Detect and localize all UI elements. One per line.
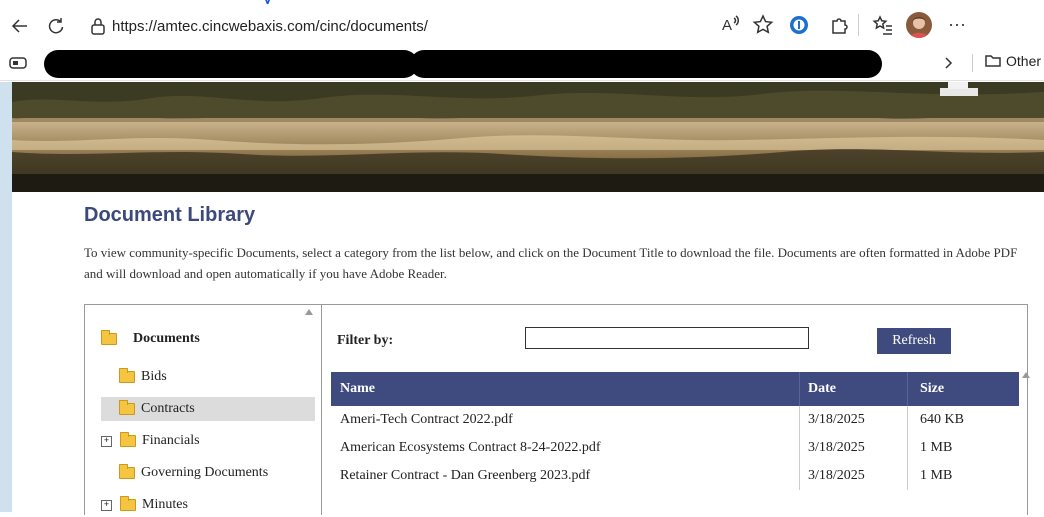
favorite-icon — [752, 14, 774, 34]
other-favorites-folder[interactable]: Other — [984, 53, 1041, 69]
other-favorites-label: Other — [1006, 53, 1042, 69]
table-scroll-up-arrow[interactable] — [1022, 372, 1030, 378]
extensions-icon — [832, 18, 848, 34]
table-row[interactable]: Ameri-Tech Contract 2022.pdf 3/18/2025 6… — [331, 406, 1019, 434]
intro-text: To view community-specific Documents, se… — [84, 245, 1018, 281]
more-button[interactable]: ··· — [948, 14, 966, 38]
page-title: Document Library — [84, 204, 256, 226]
tree-item-label: Bids — [141, 369, 167, 384]
tree-item-governing-documents[interactable]: Governing Documents — [119, 461, 268, 485]
back-button[interactable] — [8, 14, 32, 38]
document-date: 3/18/2025 — [799, 406, 907, 434]
read-aloud-icon: A — [722, 15, 739, 34]
profile-avatar[interactable] — [906, 12, 932, 38]
document-panel: Documents Bids Contracts + Financials Go… — [84, 304, 1030, 515]
url-text: https://amtec.cincwebaxis.com/cinc/docum… — [112, 17, 428, 35]
svg-text:A: A — [722, 17, 732, 34]
more-icon: ··· — [948, 14, 966, 34]
expand-icon[interactable]: + — [101, 435, 112, 447]
redacted-bookmarks-2 — [410, 50, 882, 78]
folder-icon — [101, 330, 117, 345]
expand-icon[interactable]: + — [101, 499, 112, 511]
extensions-button[interactable] — [828, 14, 850, 38]
tree-item-label: Financials — [142, 433, 200, 448]
page-side-frame — [0, 82, 12, 512]
table-row[interactable]: Retainer Contract - Dan Greenberg 2023.p… — [331, 462, 1019, 490]
folder-outline-icon — [985, 55, 1001, 67]
back-icon — [11, 19, 27, 33]
folder-icon — [119, 400, 135, 415]
sidebar-icon[interactable] — [8, 55, 28, 71]
tree-item-label: Minutes — [142, 497, 188, 512]
tree-item-minutes[interactable]: + Minutes — [101, 493, 188, 517]
password-manager-button[interactable] — [788, 14, 810, 38]
tree-item-financials[interactable]: + Financials — [101, 429, 200, 453]
table-header: Name Date Size — [331, 372, 1019, 406]
favorites-button[interactable] — [872, 14, 894, 38]
tree-scroll-up-arrow[interactable] — [305, 309, 313, 315]
document-date: 3/18/2025 — [799, 462, 907, 490]
table-row[interactable]: American Ecosystems Contract 8-24-2022.p… — [331, 434, 1019, 462]
refresh-icon — [48, 18, 64, 34]
document-size: 640 KB — [907, 406, 1019, 434]
chevron-right-icon[interactable] — [942, 55, 956, 71]
column-header-date[interactable]: Date — [799, 372, 907, 406]
bookmarks-divider — [972, 54, 973, 72]
filter-input[interactable] — [525, 327, 809, 349]
category-tree: Documents Bids Contracts + Financials Go… — [85, 305, 322, 515]
document-name-link[interactable]: Ameri-Tech Contract 2022.pdf — [331, 412, 799, 428]
folder-icon — [120, 496, 136, 511]
document-size: 1 MB — [907, 434, 1019, 462]
column-header-name[interactable]: Name — [331, 381, 799, 397]
favorite-button[interactable] — [752, 14, 774, 38]
document-date: 3/18/2025 — [799, 434, 907, 462]
tree-item-contracts[interactable]: Contracts — [101, 397, 315, 421]
filter-label: Filter by: — [337, 333, 394, 348]
documents-table: Name Date Size Ameri-Tech Contract 2022.… — [331, 372, 1019, 490]
tree-item-bids[interactable]: Bids — [119, 365, 167, 389]
main-content: Document Library To view community-speci… — [12, 192, 1044, 515]
tree-item-documents[interactable]: Documents — [101, 327, 200, 351]
lake-landscape-image — [12, 82, 1044, 192]
document-size: 1 MB — [907, 462, 1019, 490]
folder-icon — [119, 464, 135, 479]
top-overlay-text: y — [262, 0, 273, 4]
toolbar-divider — [858, 14, 859, 36]
refresh-button[interactable]: Refresh — [877, 328, 951, 354]
reload-button[interactable] — [44, 14, 68, 38]
password-manager-icon — [790, 16, 808, 34]
redacted-bookmarks-1 — [44, 50, 418, 78]
document-name-link[interactable]: American Ecosystems Contract 8-24-2022.p… — [331, 440, 799, 456]
browser-toolbar: https://amtec.cincwebaxis.com/cinc/docum… — [0, 6, 1044, 46]
folder-icon — [119, 368, 135, 383]
top-overlay-strip: y — [0, 0, 1044, 4]
column-header-size[interactable]: Size — [907, 372, 1019, 406]
tree-item-label: Governing Documents — [141, 465, 269, 480]
read-aloud-button[interactable]: A — [720, 14, 742, 38]
favorites-bar-icon — [872, 15, 892, 35]
tree-item-label: Documents — [133, 331, 200, 346]
avatar-image — [909, 17, 929, 38]
document-name-link[interactable]: Retainer Contract - Dan Greenberg 2023.p… — [331, 468, 799, 484]
tree-item-label: Contracts — [141, 401, 195, 416]
lock-icon — [91, 18, 105, 35]
header-banner-image — [12, 82, 1044, 192]
folder-icon — [120, 432, 136, 447]
